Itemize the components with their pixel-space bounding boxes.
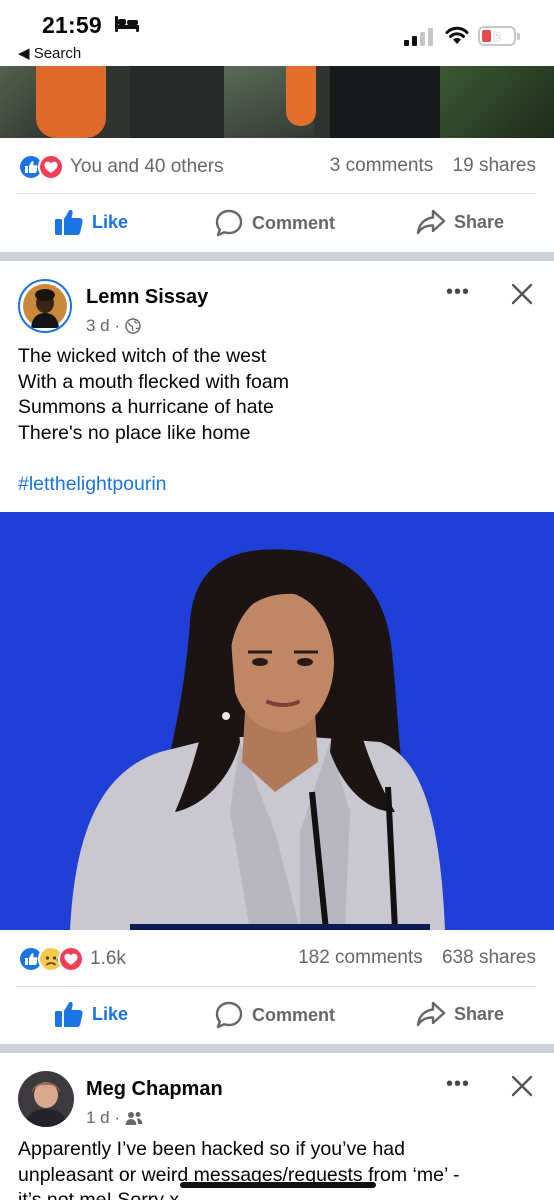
author-name[interactable]: Lemn Sissay	[86, 286, 208, 309]
reactions-summary[interactable]: You and 40 others	[18, 153, 224, 181]
post-line: Summons a hurricane of hate	[18, 396, 274, 419]
hashtag-link[interactable]: #letthelightpourin	[18, 473, 167, 496]
comment-bubble-icon	[215, 209, 243, 237]
shares-count[interactable]: 638 shares	[442, 947, 536, 968]
post-stats: 3 comments 19 shares	[330, 155, 536, 177]
battery-level: 8	[493, 29, 501, 45]
post-image[interactable]	[0, 512, 554, 930]
share-arrow-icon	[416, 209, 446, 235]
comment-label: Comment	[252, 212, 336, 233]
separator	[16, 986, 536, 987]
post-text: Apparently I’ve been hacked so if you’ve…	[18, 1137, 548, 1200]
share-button[interactable]: Share	[416, 1000, 504, 1028]
post-divider	[0, 252, 554, 261]
post-line: There's no place like home	[18, 421, 251, 444]
back-to-search-link[interactable]: ◀ Search	[18, 44, 81, 62]
cellular-signal-icon	[404, 28, 433, 46]
comment-bubble-icon	[215, 1001, 243, 1029]
love-reaction-icon	[58, 946, 84, 972]
previous-post-image[interactable]	[0, 66, 554, 138]
reactions-text: You and 40 others	[70, 156, 224, 177]
shares-count[interactable]: 19 shares	[453, 155, 536, 176]
home-indicator[interactable]	[180, 1182, 376, 1188]
post-divider	[0, 1044, 554, 1053]
avatar-photo	[18, 1071, 74, 1127]
post-line: The wicked witch of the west	[18, 345, 267, 367]
comment-button[interactable]: Comment	[214, 208, 335, 238]
author-avatar[interactable]	[18, 1071, 74, 1127]
share-arrow-icon	[416, 1001, 446, 1027]
post-line: Apparently I’ve been hacked so if you’ve…	[18, 1138, 406, 1160]
sleep-focus-icon	[115, 16, 139, 32]
close-icon[interactable]	[511, 283, 533, 305]
like-label: Like	[92, 211, 129, 232]
like-label: Like	[92, 1003, 129, 1024]
comments-count[interactable]: 182 comments	[298, 947, 423, 968]
clock: 21:59	[42, 12, 102, 38]
globe-icon	[125, 318, 141, 334]
battery-indicator: 8	[478, 26, 520, 46]
separator	[16, 193, 536, 194]
share-button[interactable]: Share	[416, 208, 504, 236]
status-bar: 21:59 ◀ Search 8	[0, 0, 554, 66]
wifi-icon	[445, 26, 469, 44]
share-label: Share	[454, 211, 505, 232]
more-options-icon[interactable]: •••	[446, 281, 470, 304]
post-stats: 182 comments 638 shares	[298, 947, 536, 969]
friends-icon	[125, 1112, 143, 1125]
author-avatar[interactable]	[18, 279, 72, 333]
post-meta: 3 d ·	[86, 316, 141, 336]
author-name[interactable]: Meg Chapman	[86, 1078, 223, 1101]
thumbs-up-icon	[55, 209, 83, 235]
post-line: it’s not me! Sorry x	[18, 1188, 548, 1200]
post-time[interactable]: 3 d ·	[86, 316, 120, 336]
reactions-count: 1.6k	[90, 948, 126, 969]
like-button[interactable]: Like	[54, 208, 128, 236]
thumbs-up-icon	[55, 1001, 83, 1027]
comments-count[interactable]: 3 comments	[330, 155, 433, 176]
like-button[interactable]: Like	[54, 1000, 128, 1028]
comment-button[interactable]: Comment	[214, 1000, 335, 1030]
speaker-photo	[0, 512, 554, 930]
reactions-summary[interactable]: 1.6k	[18, 945, 126, 973]
love-reaction-icon	[38, 154, 64, 180]
comment-label: Comment	[252, 1004, 336, 1025]
more-options-icon[interactable]: •••	[446, 1073, 470, 1096]
post-line: With a mouth flecked with foam	[18, 370, 289, 393]
close-icon[interactable]	[511, 1075, 533, 1097]
post-meta: 1 d ·	[86, 1108, 143, 1128]
post-text: The wicked witch of the west With a mout…	[18, 344, 289, 446]
post-time[interactable]: 1 d ·	[86, 1108, 120, 1128]
share-label: Share	[454, 1003, 505, 1024]
avatar-photo	[23, 284, 67, 328]
